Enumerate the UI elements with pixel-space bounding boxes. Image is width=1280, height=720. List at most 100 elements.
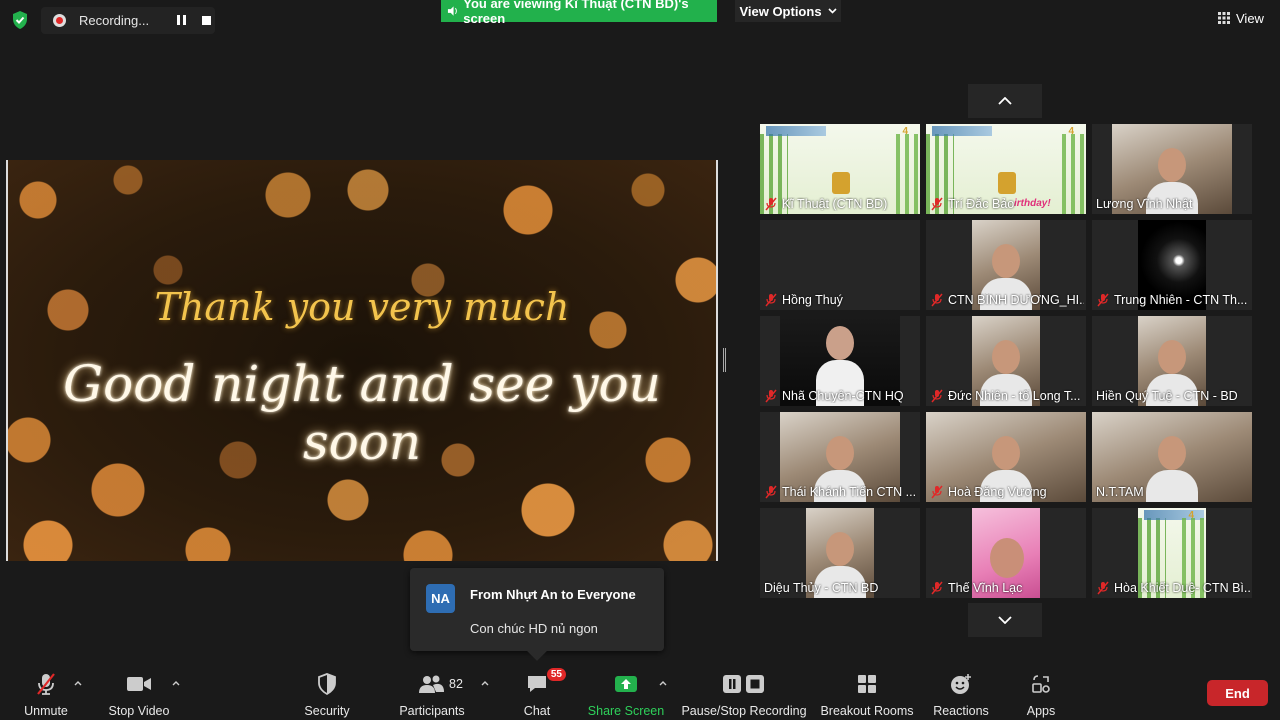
participant-face — [992, 436, 1020, 470]
participant-tile[interactable]: Nhã Chuyên-CTN HQ — [760, 316, 920, 406]
org-logo — [1144, 510, 1204, 520]
pause-stop-recording-button[interactable]: Pause/Stop Recording — [681, 664, 807, 720]
gallery-prev-page-button[interactable] — [968, 84, 1042, 118]
participant-name: Diệu Thủy - CTN BD — [764, 581, 879, 595]
mic-muted-icon — [765, 197, 777, 211]
chevron-up-icon — [481, 680, 489, 685]
end-meeting-button[interactable]: End — [1207, 680, 1268, 706]
shared-screen[interactable]: Thank you very much Good night and see y… — [6, 160, 718, 561]
pause-stop-recording-label: Pause/Stop Recording — [681, 704, 807, 718]
reactions-label: Reactions — [933, 704, 989, 718]
participant-name-label: Lương Vĩnh Nhật — [1096, 197, 1250, 211]
participant-tile[interactable]: 4 Hòa Khiết Duệ- CTN Bì... — [1092, 508, 1252, 598]
audio-options-caret[interactable] — [73, 678, 83, 688]
participant-tile[interactable]: 4 Kĩ Thuật (CTN BD) — [760, 124, 920, 214]
participant-tile[interactable]: N.T.TAM — [1092, 412, 1252, 502]
reactions-button[interactable]: Reactions — [930, 664, 992, 720]
participant-face — [826, 326, 854, 360]
participant-tile[interactable]: Hiền Quý Tuệ - CTN - BD — [1092, 316, 1252, 406]
anniversary-logo — [832, 172, 850, 194]
participant-name-label: Hòa Khiết Duệ- CTN Bì... — [1096, 581, 1250, 595]
security-button[interactable]: Security — [297, 664, 357, 720]
recording-indicator: Recording... — [41, 7, 215, 34]
participant-tile[interactable]: 4 irthday! Trí Đắc Bảo — [926, 124, 1086, 214]
participant-tile[interactable]: Lương Vĩnh Nhật — [1092, 124, 1252, 214]
zoom-meeting-window: Recording... You are viewing Kĩ Thuật (C… — [0, 0, 1280, 720]
participant-name: N.T.TAM — [1096, 485, 1144, 499]
participant-name-label: Hồng Thuý — [764, 293, 918, 307]
participant-name: Lương Vĩnh Nhật — [1096, 197, 1193, 211]
participant-name: Kĩ Thuật (CTN BD) — [782, 197, 888, 211]
participant-tile[interactable]: CTN BÌNH DƯƠNG_HI... — [926, 220, 1086, 310]
participant-tile[interactable]: Thái Khánh Tiến CTN ... — [760, 412, 920, 502]
org-logo — [766, 126, 826, 136]
viewing-text: You are viewing Kĩ Thuật (CTN BD)'s scre… — [463, 0, 689, 26]
participant-name: Trung Nhiên - CTN Th... — [1114, 293, 1248, 307]
mic-muted-icon — [931, 293, 943, 307]
participants-count: 82 — [449, 677, 463, 691]
view-options-button[interactable]: View Options — [735, 0, 841, 22]
mic-muted-icon — [931, 197, 943, 211]
view-layout-button[interactable]: View — [1218, 8, 1264, 28]
participant-name-label: Nhã Chuyên-CTN HQ — [764, 389, 918, 403]
participant-name-label: Hiền Quý Tuệ - CTN - BD — [1096, 389, 1250, 403]
viewing-screen-banner: You are viewing Kĩ Thuật (CTN BD)'s scre… — [441, 0, 717, 26]
mic-muted-icon — [765, 293, 777, 307]
participant-name-label: Hoà Đăng Vương — [930, 485, 1084, 499]
mic-muted-icon — [931, 581, 943, 595]
speaker-icon — [447, 6, 457, 16]
participant-face — [992, 244, 1020, 278]
pause-recording-button[interactable] — [175, 14, 187, 27]
participants-options-caret[interactable] — [480, 678, 490, 688]
share-screen-icon — [613, 672, 639, 696]
share-screen-label: Share Screen — [587, 704, 665, 718]
apps-button[interactable]: Apps — [1016, 664, 1066, 720]
breakout-rooms-icon — [854, 672, 880, 696]
chevron-down-icon — [827, 8, 837, 14]
participant-name-label: Kĩ Thuật (CTN BD) — [764, 197, 918, 211]
security-shield-icon — [314, 672, 340, 696]
stop-recording-button[interactable] — [202, 16, 211, 25]
unmute-button[interactable]: Unmute — [16, 664, 76, 720]
split-view-resize-handle[interactable] — [723, 348, 726, 372]
participant-name: CTN BÌNH DƯƠNG_HI... — [948, 293, 1084, 307]
share-options-caret[interactable] — [658, 678, 668, 688]
participant-name: Hoà Đăng Vương — [948, 485, 1047, 499]
participants-button[interactable]: 82 Participants — [396, 664, 468, 720]
participant-name: Hiền Quý Tuệ - CTN - BD — [1096, 389, 1238, 403]
participant-tile[interactable]: Trung Nhiên - CTN Th... — [1092, 220, 1252, 310]
chevron-up-icon — [659, 680, 667, 685]
apps-icon — [1028, 672, 1054, 696]
participant-tile[interactable]: Hoà Đăng Vương — [926, 412, 1086, 502]
breakout-rooms-label: Breakout Rooms — [820, 704, 914, 718]
breakout-rooms-button[interactable]: Breakout Rooms — [820, 664, 914, 720]
meeting-toolbar: Unmute Stop Video Security 82 Participan… — [0, 664, 1280, 720]
chat-button[interactable]: 55 Chat — [512, 664, 566, 720]
chevron-down-icon — [998, 616, 1012, 624]
video-options-caret[interactable] — [171, 678, 181, 688]
participant-tile[interactable]: Diệu Thủy - CTN BD — [760, 508, 920, 598]
anniversary-number: 4 — [1068, 126, 1074, 137]
stop-video-label: Stop Video — [108, 704, 170, 718]
chat-notification[interactable]: NA From Nhựt An to Everyone Con chúc HD … — [410, 568, 664, 661]
mic-muted-icon — [1097, 293, 1109, 307]
share-screen-button[interactable]: Share Screen — [588, 664, 664, 720]
participant-name-label: Thế Vĩnh Lạc — [930, 581, 1084, 595]
stop-video-button[interactable]: Stop Video — [104, 664, 174, 720]
gallery-next-page-button[interactable] — [968, 603, 1042, 637]
participant-tile[interactable]: Thế Vĩnh Lạc — [926, 508, 1086, 598]
recording-status-text: Recording... — [79, 13, 150, 28]
participant-tile[interactable]: Hồng Thuý — [760, 220, 920, 310]
participant-tile[interactable]: Đức Nhiên - tổ Long T... — [926, 316, 1086, 406]
chat-sender: From Nhựt An to Everyone — [470, 587, 636, 602]
anniversary-number: 4 — [1188, 510, 1194, 521]
participant-face — [1158, 148, 1186, 182]
chevron-up-icon — [998, 97, 1012, 105]
pause-stop-icon — [721, 672, 767, 696]
chat-label: Chat — [523, 704, 551, 718]
mic-muted-icon — [931, 485, 943, 499]
encryption-shield-icon[interactable] — [10, 10, 30, 30]
participant-name-label: Đức Nhiên - tổ Long T... — [930, 389, 1084, 403]
chat-bubble-icon: 55 — [524, 668, 566, 696]
security-label: Security — [304, 704, 350, 718]
